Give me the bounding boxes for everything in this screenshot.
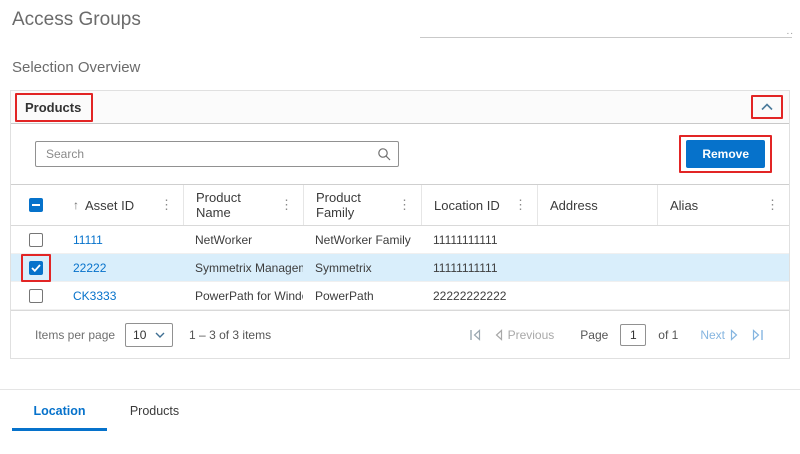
location-id-cell: 11111111111 <box>421 233 537 247</box>
product-name-cell: PowerPath for Windo... <box>183 289 303 303</box>
tab-location[interactable]: Location <box>12 390 107 431</box>
column-label: Location ID <box>434 198 500 213</box>
page: Access Groups .. Selection Overview Prod… <box>0 0 800 454</box>
row-checkbox[interactable] <box>29 289 43 303</box>
column-header-alias[interactable]: Alias ⋮ <box>657 185 789 225</box>
overflow-dots: .. <box>786 26 794 37</box>
range-text: 1 – 3 of 3 items <box>189 328 271 342</box>
product-name-cell: NetWorker <box>183 233 303 247</box>
table-row[interactable]: 11111 NetWorker NetWorker Family 1111111… <box>11 226 789 254</box>
asset-id-link[interactable]: 22222 <box>73 261 106 275</box>
product-family-cell: PowerPath <box>303 289 421 303</box>
products-table: ↑ Asset ID ⋮ Product Name ⋮ Product Fami… <box>11 184 789 358</box>
top-divider <box>420 37 792 38</box>
select-all-checkbox[interactable] <box>29 198 43 212</box>
column-header-location-id[interactable]: Location ID ⋮ <box>421 185 537 225</box>
panel-header: Products <box>11 91 789 124</box>
previous-icon <box>494 329 503 341</box>
panel-title: Products <box>25 100 81 115</box>
column-label: Asset ID <box>85 198 134 213</box>
product-family-cell: NetWorker Family <box>303 233 421 247</box>
column-label: Product Name <box>196 190 278 220</box>
row-checkbox-cell <box>11 233 61 247</box>
products-panel: Products Remove <box>10 90 790 359</box>
asset-id-link[interactable]: CK3333 <box>73 289 116 303</box>
column-menu-icon[interactable]: ⋮ <box>764 197 781 213</box>
product-name-cell: Symmetrix Managem... <box>183 261 303 275</box>
table-row[interactable]: CK3333 PowerPath for Windo... PowerPath … <box>11 282 789 310</box>
previous-page-button[interactable]: Previous <box>494 328 555 342</box>
column-header-product-family[interactable]: Product Family ⋮ <box>303 185 421 225</box>
asset-id-link[interactable]: 11111 <box>73 233 103 247</box>
items-per-page-value: 10 <box>133 328 146 342</box>
row-checkbox-cell <box>11 289 61 303</box>
page-number-input[interactable] <box>620 324 646 346</box>
remove-button[interactable]: Remove <box>686 140 765 168</box>
sort-ascending-icon: ↑ <box>73 198 79 212</box>
table-toolbar: Remove <box>11 124 789 180</box>
column-header-address[interactable]: Address <box>537 185 657 225</box>
next-icon <box>730 329 739 341</box>
search-icon <box>377 147 391 166</box>
section-title: Selection Overview <box>12 58 800 78</box>
search-wrap <box>35 141 399 167</box>
previous-label: Previous <box>508 328 555 342</box>
next-page-button[interactable]: Next <box>700 328 739 342</box>
page-label: Page <box>580 328 608 342</box>
page-count-label: of 1 <box>658 328 678 342</box>
next-label: Next <box>700 328 725 342</box>
column-menu-icon[interactable]: ⋮ <box>158 197 175 213</box>
product-family-cell: Symmetrix <box>303 261 421 275</box>
items-per-page-label: Items per page <box>35 328 115 342</box>
row-checkbox[interactable] <box>29 233 43 247</box>
column-label: Address <box>550 198 598 213</box>
search-input[interactable] <box>35 141 399 167</box>
table-footer: Items per page 10 1 – 3 of 3 items Previ… <box>11 310 789 358</box>
column-menu-icon[interactable]: ⋮ <box>512 197 529 213</box>
column-menu-icon[interactable]: ⋮ <box>278 197 295 213</box>
column-header-asset-id[interactable]: ↑ Asset ID ⋮ <box>61 185 183 225</box>
pagination: Previous Page of 1 Next <box>468 324 765 346</box>
tab-bar: Location Products <box>0 390 800 431</box>
table-header-row: ↑ Asset ID ⋮ Product Name ⋮ Product Fami… <box>11 184 789 226</box>
chevron-up-icon <box>761 103 773 111</box>
row-checkbox[interactable] <box>29 261 43 275</box>
column-header-product-name[interactable]: Product Name ⋮ <box>183 185 303 225</box>
page-title: Access Groups <box>0 0 800 32</box>
location-id-cell: 22222222222 <box>421 289 537 303</box>
chevron-down-icon <box>155 332 165 338</box>
column-menu-icon[interactable]: ⋮ <box>396 197 413 213</box>
collapse-button[interactable] <box>759 101 775 113</box>
select-all-cell <box>11 198 61 212</box>
items-per-page-select[interactable]: 10 <box>125 323 173 347</box>
location-id-cell: 11111111111 <box>421 261 537 275</box>
column-label: Product Family <box>316 190 396 220</box>
first-page-icon <box>468 329 482 341</box>
first-page-button[interactable] <box>468 329 482 341</box>
tab-products[interactable]: Products <box>107 390 202 431</box>
last-page-button[interactable] <box>751 329 765 341</box>
table-row[interactable]: 22222 Symmetrix Managem... Symmetrix 111… <box>11 254 789 282</box>
indeterminate-mark <box>32 204 40 206</box>
last-page-icon <box>751 329 765 341</box>
row-checkbox-cell <box>11 261 61 275</box>
column-label: Alias <box>670 198 698 213</box>
check-icon <box>31 264 41 272</box>
